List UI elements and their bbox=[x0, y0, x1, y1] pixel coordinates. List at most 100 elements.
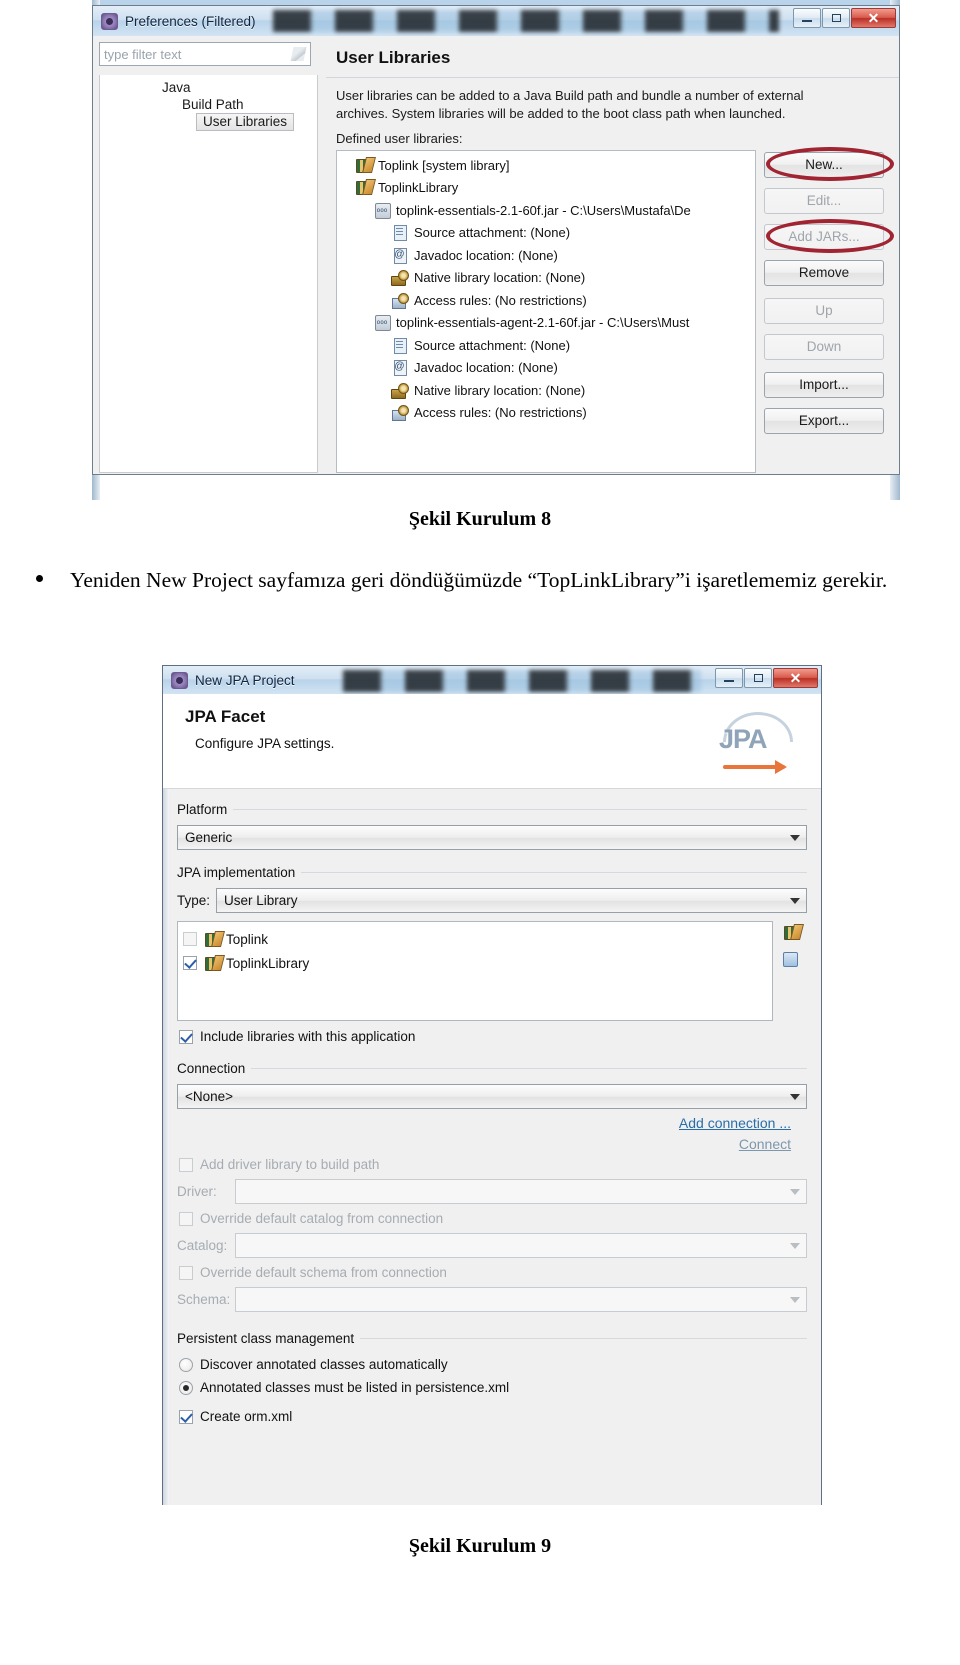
javadoc-icon bbox=[391, 359, 409, 377]
javadoc-icon bbox=[391, 247, 409, 264]
books-icon bbox=[204, 956, 222, 971]
discover-annotated-classes-radio[interactable] bbox=[179, 1357, 193, 1372]
minimize-button[interactable] bbox=[793, 8, 821, 28]
driver-combobox[interactable] bbox=[235, 1179, 807, 1204]
user-library-listbox[interactable]: Toplink ToplinkLibrary bbox=[177, 921, 773, 1021]
platform-legend: Platform bbox=[177, 802, 234, 817]
add-driver-row[interactable]: Add driver library to build path bbox=[179, 1157, 807, 1172]
filter-input-wrapper[interactable]: type filter text bbox=[99, 42, 311, 66]
override-catalog-row[interactable]: Override default catalog from connection bbox=[179, 1211, 807, 1226]
library-tree-row[interactable]: Toplink [system library] bbox=[337, 154, 755, 177]
library-tree-row-label: toplink-essentials-2.1-60f.jar - C:\User… bbox=[396, 202, 691, 218]
remove-button[interactable]: Remove bbox=[764, 259, 884, 286]
jpa-window-controls: ✕ bbox=[715, 668, 818, 688]
library-tree-row[interactable]: ToplinkLibrary bbox=[337, 176, 755, 199]
library-tree-row[interactable]: Javadoc location: (None) bbox=[337, 244, 755, 267]
list-item[interactable]: Toplink bbox=[183, 927, 772, 951]
library-tree-row[interactable]: Access rules: (No restrictions) bbox=[337, 401, 755, 424]
override-catalog-checkbox[interactable] bbox=[179, 1211, 193, 1226]
platform-combobox[interactable]: Generic bbox=[177, 825, 807, 850]
add-jars-button[interactable]: Add JARs... bbox=[764, 223, 884, 250]
library-side-buttons bbox=[773, 913, 807, 1021]
close-button[interactable]: ✕ bbox=[851, 8, 896, 28]
export-button[interactable]: Export... bbox=[764, 407, 884, 434]
edit-button[interactable]: Edit... bbox=[764, 187, 884, 214]
source-icon bbox=[391, 225, 409, 242]
jpa-body: JPA Facet Configure JPA settings. JPA Pl… bbox=[163, 694, 821, 1505]
jpa-implementation-section: JPA implementation Type: User Library To… bbox=[177, 864, 807, 1044]
catalog-combobox[interactable] bbox=[235, 1233, 807, 1258]
add-driver-checkbox[interactable] bbox=[179, 1157, 193, 1172]
manage-libraries-icon[interactable] bbox=[781, 923, 805, 945]
preferences-window-controls: ✕ bbox=[793, 8, 896, 28]
jpa-maximize-button[interactable] bbox=[744, 668, 772, 688]
library-tree-row-label: Javadoc location: (None) bbox=[414, 247, 558, 263]
maximize-button[interactable] bbox=[822, 8, 850, 28]
discover-annotated-classes-row[interactable]: Discover annotated classes automatically bbox=[179, 1357, 807, 1372]
type-value: User Library bbox=[224, 893, 298, 908]
annotated-classes-listed-radio[interactable] bbox=[179, 1380, 193, 1395]
instruction-bullet: Yeniden New Project sayfamıza geri döndü… bbox=[30, 565, 930, 596]
jpa-header: JPA Facet Configure JPA settings. JPA bbox=[163, 694, 821, 789]
import-button[interactable]: Import... bbox=[764, 371, 884, 398]
persistent-class-management-section: Persistent class management Discover ann… bbox=[177, 1330, 807, 1395]
override-catalog-label: Override default catalog from connection bbox=[200, 1211, 444, 1226]
preferences-titlebar[interactable]: Preferences (Filtered) ✕ bbox=[93, 6, 899, 36]
connect-link[interactable]: Connect bbox=[177, 1136, 791, 1152]
new-button[interactable]: New... bbox=[764, 151, 884, 178]
dialog-left-edge bbox=[163, 694, 169, 1505]
page-title: User Libraries bbox=[326, 42, 899, 78]
add-connection-link[interactable]: Add connection ... bbox=[177, 1115, 791, 1131]
toplinklibrary-checkbox[interactable] bbox=[183, 956, 197, 970]
preferences-app-icon bbox=[101, 12, 118, 30]
chevron-down-icon bbox=[790, 1297, 800, 1303]
list-item[interactable]: ToplinkLibrary bbox=[183, 951, 772, 975]
include-libraries-row[interactable]: Include libraries with this application bbox=[179, 1029, 807, 1044]
preferences-category-tree[interactable]: Java Build Path User Libraries bbox=[99, 75, 318, 473]
override-schema-row[interactable]: Override default schema from connection bbox=[179, 1265, 807, 1280]
jpa-minimize-button[interactable] bbox=[715, 668, 743, 688]
include-libraries-label: Include libraries with this application bbox=[200, 1029, 416, 1044]
jpa-titlebar[interactable]: New JPA Project ✕ bbox=[163, 666, 821, 694]
driver-row: Driver: bbox=[177, 1179, 807, 1204]
schema-combobox[interactable] bbox=[235, 1287, 807, 1312]
down-button[interactable]: Down bbox=[764, 333, 884, 360]
annotated-classes-listed-row[interactable]: Annotated classes must be listed in pers… bbox=[179, 1380, 807, 1395]
library-tree-row[interactable]: Source attachment: (None) bbox=[337, 221, 755, 244]
type-combobox[interactable]: User Library bbox=[216, 888, 807, 913]
library-tree-row[interactable]: Javadoc location: (None) bbox=[337, 356, 755, 379]
tree-item-build-path[interactable]: Build Path bbox=[100, 96, 317, 113]
create-orm-checkbox[interactable] bbox=[179, 1409, 193, 1424]
jpa-logo-arrow-icon bbox=[723, 760, 787, 774]
library-tree-row[interactable]: Native library location: (None) bbox=[337, 379, 755, 402]
preferences-body: type filter text Java Build Path User Li… bbox=[93, 36, 899, 473]
platform-value: Generic bbox=[185, 830, 233, 845]
library-tree-row[interactable]: toplink-essentials-2.1-60f.jar - C:\User… bbox=[337, 199, 755, 222]
library-tree-row[interactable]: Native library location: (None) bbox=[337, 266, 755, 289]
add-driver-label: Add driver library to build path bbox=[200, 1157, 380, 1172]
library-tree-row[interactable]: Source attachment: (None) bbox=[337, 334, 755, 357]
schema-row: Schema: bbox=[177, 1287, 807, 1312]
toplink-checkbox[interactable] bbox=[183, 932, 197, 946]
defined-user-libraries-tree[interactable]: Toplink [system library] ToplinkLibrary … bbox=[336, 149, 756, 473]
chevron-down-icon bbox=[790, 1189, 800, 1195]
jpa-titlebar-blurred-overlay bbox=[343, 670, 701, 692]
tree-item-java[interactable]: Java bbox=[100, 79, 317, 96]
schema-label: Schema: bbox=[177, 1292, 231, 1307]
library-tree-row[interactable]: Access rules: (No restrictions) bbox=[337, 289, 755, 312]
clear-filter-icon[interactable] bbox=[290, 47, 307, 61]
include-libraries-checkbox[interactable] bbox=[179, 1029, 193, 1044]
jar-icon bbox=[373, 202, 391, 219]
library-tree-row[interactable]: toplink-essentials-agent-2.1-60f.jar - C… bbox=[337, 311, 755, 334]
native-library-icon bbox=[391, 270, 409, 287]
jpa-close-button[interactable]: ✕ bbox=[773, 668, 818, 688]
download-library-icon[interactable] bbox=[781, 950, 805, 972]
override-schema-checkbox[interactable] bbox=[179, 1265, 193, 1280]
up-button[interactable]: Up bbox=[764, 297, 884, 324]
library-tree-row-label: ToplinkLibrary bbox=[378, 180, 459, 196]
library-tree-row-label: Access rules: (No restrictions) bbox=[414, 405, 587, 421]
chevron-down-icon bbox=[790, 898, 800, 904]
create-orm-row[interactable]: Create orm.xml bbox=[179, 1409, 821, 1424]
tree-item-user-libraries[interactable]: User Libraries bbox=[196, 113, 295, 131]
connection-combobox[interactable]: <None> bbox=[177, 1084, 807, 1109]
